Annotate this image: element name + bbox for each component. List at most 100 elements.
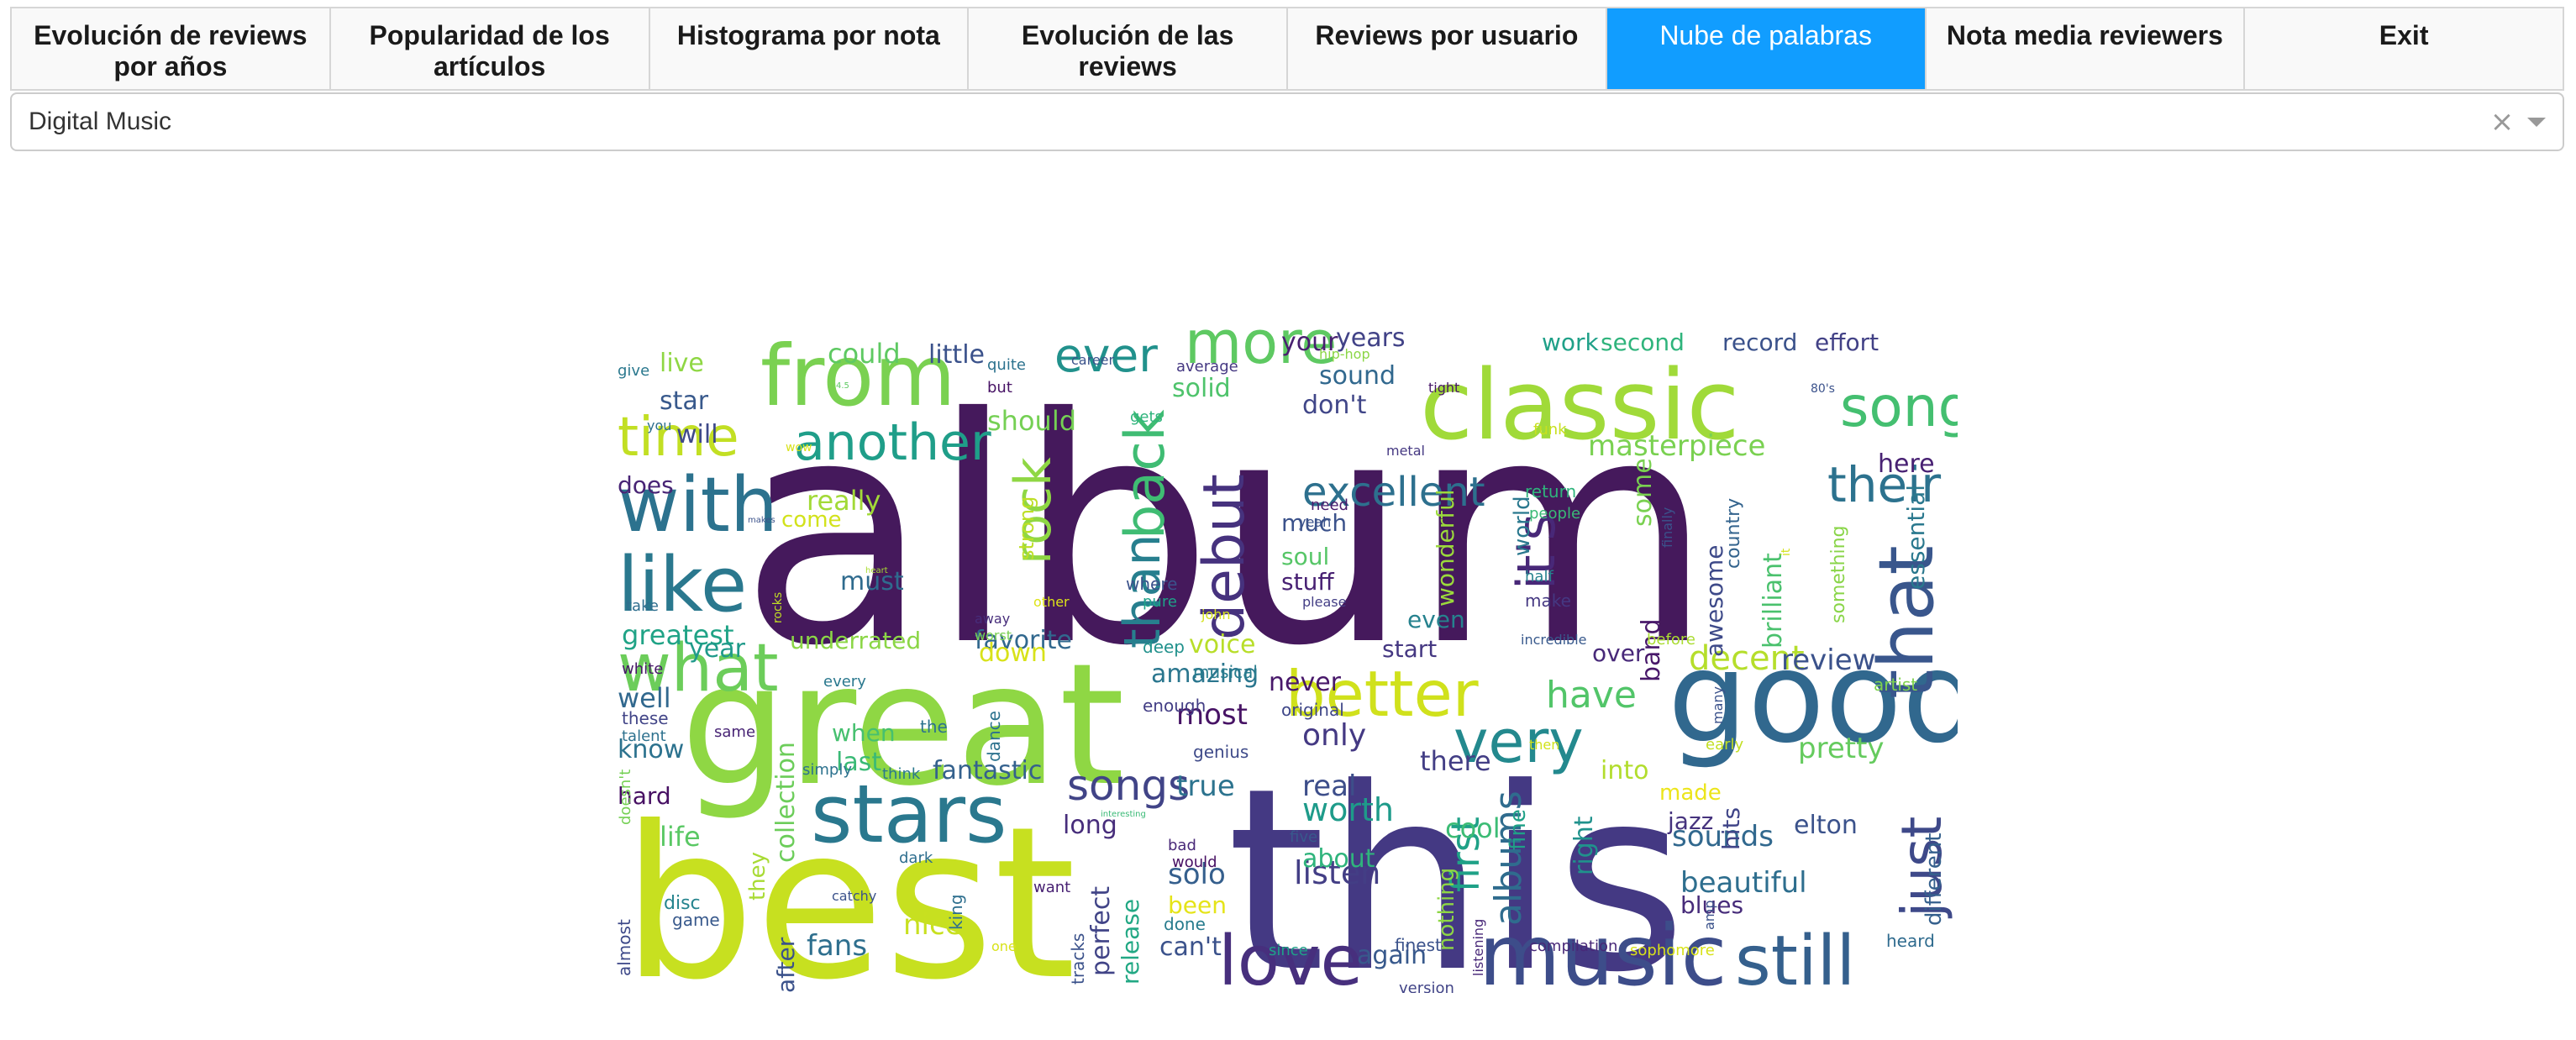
- cloud-word: catchy: [832, 888, 876, 904]
- cloud-word: makes: [748, 516, 775, 525]
- cloud-word: jazz: [1667, 807, 1713, 835]
- cloud-word: different: [1921, 833, 1947, 926]
- tab-nota-media-reviewers[interactable]: Nota media reviewers: [1926, 8, 2246, 89]
- cloud-word: king: [946, 894, 966, 930]
- cloud-word: incredible: [1521, 632, 1587, 648]
- cloud-word: dark: [899, 849, 933, 867]
- cloud-word: stuff: [1281, 568, 1334, 596]
- cloud-word: where: [1126, 574, 1177, 594]
- tab-reviews-usuario[interactable]: Reviews por usuario: [1288, 8, 1607, 89]
- tab-bar: Evolución de reviews por años Popularida…: [10, 7, 2564, 91]
- cloud-word: live: [660, 349, 704, 378]
- cloud-word: five: [1290, 828, 1317, 846]
- cloud-word: star: [660, 386, 709, 416]
- tab-histograma-nota[interactable]: Histograma por nota: [649, 8, 970, 89]
- tab-evolucion-reviews-anos[interactable]: Evolución de reviews por años: [12, 8, 331, 89]
- cloud-word: effort: [1815, 328, 1879, 356]
- cloud-word: one: [991, 938, 1017, 954]
- cloud-word: perfect: [1086, 886, 1116, 976]
- cloud-word: genius: [1193, 742, 1249, 762]
- cloud-word: could: [828, 338, 901, 370]
- cloud-word: talent: [622, 727, 666, 745]
- cloud-word: dance: [984, 711, 1004, 762]
- cloud-word: work: [1542, 328, 1600, 356]
- cloud-word: quite: [987, 356, 1026, 374]
- tab-evolucion-reviews[interactable]: Evolución de las reviews: [969, 8, 1288, 89]
- cloud-word: white: [622, 660, 663, 678]
- cloud-word: voice: [1189, 630, 1255, 659]
- cloud-word: even: [1407, 606, 1465, 633]
- tab-exit[interactable]: Exit: [2245, 8, 2563, 89]
- cloud-word: then: [1529, 737, 1559, 753]
- clear-icon[interactable]: ×: [2485, 105, 2519, 139]
- cloud-word: sophomore: [1630, 942, 1715, 959]
- cloud-word: about: [1302, 844, 1375, 874]
- cloud-word: don't: [1302, 391, 1367, 420]
- cloud-word: every: [823, 673, 866, 691]
- cloud-word: think: [882, 765, 921, 783]
- cloud-word: career: [1071, 352, 1115, 368]
- cloud-word: essential: [1902, 485, 1930, 590]
- cloud-word: since: [1269, 942, 1308, 959]
- cloud-word: deep: [1143, 637, 1185, 657]
- cloud-word: heart: [865, 566, 888, 575]
- cloud-word: have: [1546, 674, 1637, 717]
- cloud-word: true: [1176, 769, 1235, 803]
- cloud-word: second: [1601, 328, 1685, 356]
- cloud-word: rocks: [771, 592, 785, 623]
- cloud-word: finally: [1659, 507, 1675, 548]
- cloud-word: away: [975, 611, 1010, 627]
- cloud-word: country: [1723, 498, 1744, 569]
- cloud-word: right: [1569, 816, 1599, 875]
- cloud-word: people: [1529, 505, 1580, 523]
- cloud-word: amp: [1701, 900, 1717, 930]
- cloud-word: bad: [1168, 837, 1196, 854]
- cloud-word: should: [987, 405, 1076, 437]
- cloud-word: average: [1176, 358, 1238, 376]
- cloud-word: worst: [975, 628, 1012, 643]
- cloud-word: only: [1302, 718, 1366, 753]
- cloud-word: but: [987, 379, 1012, 397]
- cloud-word: half: [1525, 568, 1553, 586]
- cloud-word: some: [1628, 458, 1658, 527]
- cloud-word: masterpiece: [1588, 429, 1765, 463]
- cloud-word: wow: [786, 441, 812, 454]
- cloud-word: year: [689, 634, 746, 664]
- cloud-word: elton: [1794, 811, 1858, 840]
- cloud-word: john: [1201, 607, 1231, 622]
- cloud-word: cool: [1445, 812, 1501, 844]
- cloud-word: back: [1114, 409, 1177, 539]
- cloud-word: doesn't: [617, 769, 634, 825]
- cloud-word: same: [714, 723, 755, 741]
- cloud-word: take: [626, 597, 659, 615]
- cloud-word: tracks: [1068, 933, 1088, 985]
- cloud-word: done: [1164, 914, 1206, 934]
- cloud-word: will: [676, 420, 718, 449]
- cloud-word: another: [794, 413, 991, 472]
- cloud-word: before: [1647, 631, 1695, 649]
- cloud-word: after: [772, 937, 800, 993]
- cloud-word: start: [1382, 635, 1437, 663]
- chevron-down-icon[interactable]: [2527, 117, 2546, 127]
- tab-popularidad-articulos[interactable]: Popularidad de los artículos: [330, 8, 650, 89]
- cloud-word: listening: [1470, 919, 1486, 976]
- tab-nube-palabras[interactable]: Nube de palabras: [1606, 8, 1927, 89]
- cloud-word: brilliant: [1759, 553, 1788, 649]
- cloud-word: simply: [802, 761, 852, 779]
- cloud-word: metal: [1386, 443, 1425, 459]
- cloud-word: early: [1706, 736, 1744, 754]
- cloud-word: 80's: [1811, 382, 1835, 396]
- cloud-word: you: [647, 418, 671, 433]
- cloud-word: fans: [807, 929, 867, 963]
- cloud-word: disc: [664, 893, 701, 914]
- cloud-word: songs: [1067, 761, 1190, 810]
- category-dropdown[interactable]: Digital Music ×: [10, 92, 2564, 151]
- cloud-word: still: [1735, 922, 1855, 993]
- cloud-word: compilation: [1529, 938, 1617, 955]
- cloud-word: does: [618, 471, 674, 499]
- cloud-word: enough: [1143, 696, 1206, 716]
- cloud-word: wonderful: [1432, 489, 1459, 607]
- dropdown-selected-value: Digital Music: [29, 108, 172, 135]
- cloud-word: there: [1420, 745, 1491, 777]
- cloud-word: artist: [1874, 675, 1917, 695]
